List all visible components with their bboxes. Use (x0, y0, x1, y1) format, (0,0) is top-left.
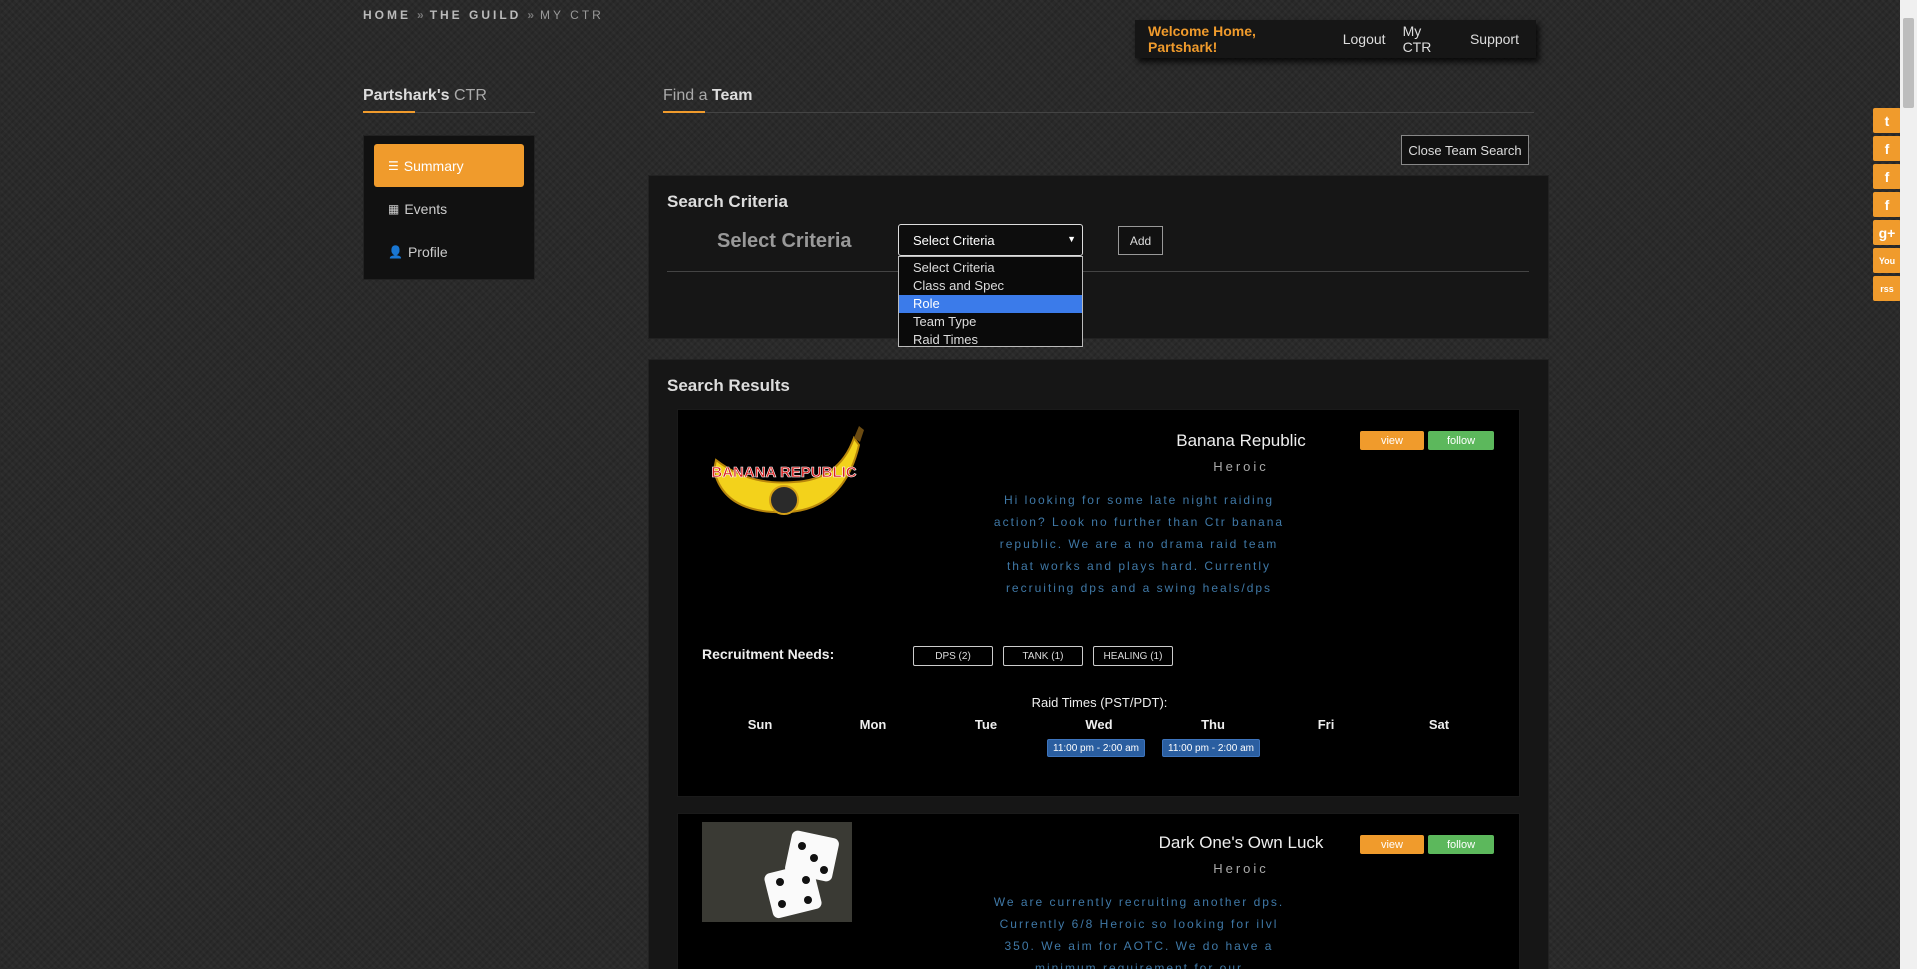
team-card: Dark One's Own Luck Heroic We are curren… (677, 813, 1520, 969)
title-underline (663, 111, 705, 113)
calendar-icon: ▦ (388, 201, 400, 216)
title-underline (363, 111, 415, 113)
twitter-icon[interactable]: t (1873, 108, 1901, 133)
criteria-select-value: Select Criteria (913, 232, 995, 248)
find-team-title: Find a Team (663, 87, 1534, 113)
profile-title-name: Partshark's (363, 87, 450, 104)
criteria-label: Select Criteria (717, 230, 852, 252)
nav-item-events[interactable]: ▦ Events (374, 187, 524, 230)
breadcrumb-separator: » (527, 8, 535, 22)
find-title-prefix: Find a (663, 87, 708, 104)
breadcrumb-guild[interactable]: THE GUILD (430, 8, 522, 22)
user-icon: 👤 (388, 244, 403, 259)
raid-time-slot: 11:00 pm - 2:00 am (1162, 739, 1260, 757)
facebook-like-icon[interactable]: f (1873, 164, 1901, 189)
need-badge: HEALING (1) (1093, 646, 1173, 666)
raid-times-label: Raid Times (PST/PDT): (1031, 695, 1168, 710)
team-description: Hi looking for some late night raiding a… (993, 493, 1285, 595)
criteria-option[interactable]: Team Type (899, 313, 1082, 331)
view-button[interactable]: view (1360, 835, 1424, 854)
search-criteria-title: Search Criteria (667, 192, 788, 211)
social-bar: t f f f g+ You rss (1873, 108, 1901, 304)
caret-down-icon: ▼ (1067, 234, 1076, 244)
recruitment-needs-label: Recruitment Needs: (702, 646, 835, 662)
profile-title-suffix: CTR (453, 87, 487, 104)
team-card: BANANA REPUBLIC Banana Republic Heroic H… (677, 409, 1520, 797)
breadcrumb-current: MY CTR (540, 8, 604, 22)
user-nav: Welcome Home, Partshark! Logout My CTR S… (1135, 20, 1536, 58)
day-mon: Mon (859, 717, 887, 732)
search-criteria-panel: Search Criteria (648, 175, 1549, 339)
search-results-title: Search Results (667, 376, 790, 395)
scrollbar-thumb[interactable] (1903, 18, 1914, 108)
breadcrumb: HOME » THE GUILD » MY CTR (363, 8, 604, 22)
nav-item-label: Events (404, 200, 448, 217)
criteria-option-highlighted[interactable]: Role (899, 295, 1082, 313)
close-team-search-button[interactable]: Close Team Search (1401, 135, 1529, 165)
scrollbar[interactable] (1900, 0, 1917, 969)
team-level: Heroic (1213, 861, 1269, 876)
need-badge: TANK (1) (1003, 646, 1083, 666)
logout-link[interactable]: Logout (1343, 31, 1386, 47)
rss-icon[interactable]: rss (1873, 276, 1901, 301)
day-wed: Wed (1085, 717, 1113, 732)
team-logo-text: BANANA REPUBLIC (711, 464, 856, 481)
welcome-text: Welcome Home, Partshark! (1148, 23, 1256, 55)
criteria-option[interactable]: Raid Times (899, 331, 1082, 349)
divider (667, 271, 1529, 272)
nav-item-profile[interactable]: 👤 Profile (374, 230, 524, 273)
need-badge: DPS (2) (913, 646, 993, 666)
profile-title: Partshark's CTR (363, 87, 535, 113)
my-ctr-link[interactable]: My CTR (1403, 23, 1453, 55)
side-nav: ☰ Summary ▦ Events 👤 Profile (363, 135, 535, 280)
table-icon: ☰ (388, 158, 399, 173)
facebook-icon[interactable]: f (1873, 136, 1901, 161)
criteria-option[interactable]: Class and Spec (899, 277, 1082, 295)
facebook-share-icon[interactable]: f (1873, 192, 1901, 217)
day-sat: Sat (1428, 717, 1450, 732)
raid-time-slot: 11:00 pm - 2:00 am (1047, 739, 1145, 757)
nav-item-label: Summary (403, 157, 464, 174)
nav-item-summary[interactable]: ☰ Summary (374, 144, 524, 187)
team-logo (702, 822, 852, 922)
day-fri: Fri (1317, 717, 1335, 732)
youtube-icon[interactable]: You (1873, 248, 1901, 273)
team-level: Heroic (1213, 459, 1269, 474)
follow-button[interactable]: follow (1428, 835, 1494, 854)
follow-button[interactable]: follow (1428, 431, 1494, 450)
criteria-select[interactable]: Select Criteria ▼ (898, 224, 1083, 256)
day-thu: Thu (1201, 717, 1225, 732)
team-description: We are currently recruiting another dps.… (993, 895, 1285, 969)
criteria-dropdown-list: Select Criteria Class and Spec Role Team… (898, 256, 1083, 347)
nav-item-label: Profile (407, 243, 448, 260)
add-criteria-button[interactable]: Add (1118, 226, 1163, 255)
support-link[interactable]: Support (1470, 31, 1519, 47)
view-button[interactable]: view (1360, 431, 1424, 450)
team-logo: BANANA REPUBLIC (704, 420, 864, 528)
day-tue: Tue (974, 717, 998, 732)
day-sun: Sun (747, 717, 773, 732)
criteria-option[interactable]: Select Criteria (899, 259, 1082, 277)
find-title-bold: Team (711, 87, 753, 104)
breadcrumb-separator: » (417, 8, 424, 22)
breadcrumb-home[interactable]: HOME (363, 8, 411, 22)
google-plus-icon[interactable]: g+ (1873, 220, 1901, 245)
